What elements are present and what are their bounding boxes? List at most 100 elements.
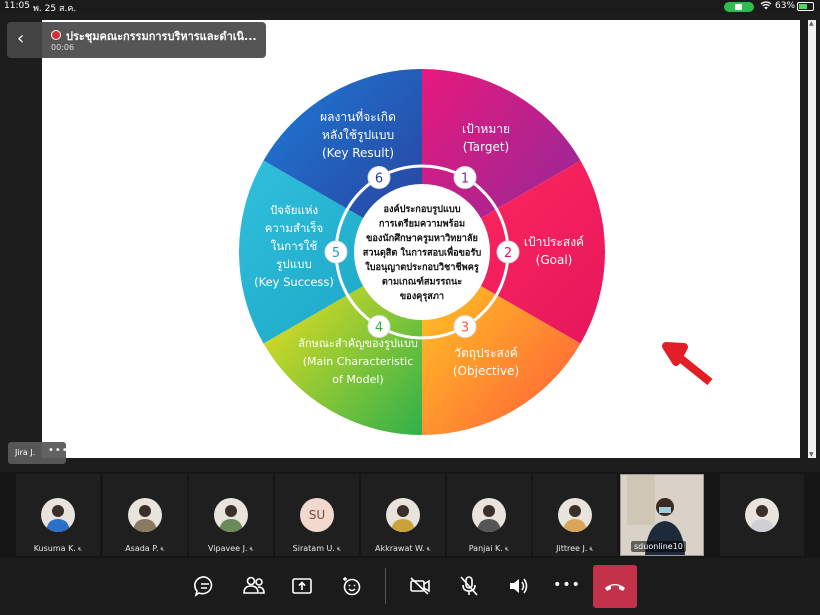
recording-icon bbox=[51, 30, 61, 40]
participant-tile[interactable]: Akkrawat W. 🔇︎ bbox=[361, 474, 445, 556]
segment-label: รูปแบบ bbox=[276, 257, 312, 271]
chat-button[interactable] bbox=[191, 572, 219, 600]
wifi-icon bbox=[760, 0, 772, 14]
speaker-icon bbox=[510, 578, 528, 594]
mic-muted-icon: 🔇︎ bbox=[160, 545, 165, 553]
center-text-line: สวนดุสิต ในการสอบเพื่อขอรับ bbox=[363, 246, 482, 259]
participant-tile[interactable]: Jittree J. 🔇︎ bbox=[533, 474, 617, 556]
segment-label: (Objective) bbox=[453, 364, 519, 378]
speaker-button[interactable] bbox=[504, 572, 532, 600]
participant-name: Jittree J. bbox=[556, 544, 588, 553]
status-date: พ. 25 ส.ค. bbox=[33, 4, 77, 14]
status-time: 11:05 bbox=[4, 1, 30, 11]
segment-label: (Goal) bbox=[536, 253, 573, 267]
participant-name: Akkrawat W. bbox=[374, 544, 425, 553]
segment-label: ความสำเร็จ bbox=[265, 220, 324, 235]
shared-slide: องค์ประกอบรูปแบบ การเตรียมความพร้อม ของนัก… bbox=[42, 20, 800, 458]
people-icon bbox=[243, 576, 265, 594]
people-button[interactable] bbox=[240, 572, 268, 600]
segment-label: ในการใช้ bbox=[271, 239, 318, 253]
mic-off-icon bbox=[460, 576, 478, 596]
participant-name: Siratam U. bbox=[292, 544, 335, 553]
segment-label: (Main Characteristic bbox=[303, 355, 414, 368]
segment-number: 1 bbox=[461, 172, 469, 187]
avatar bbox=[745, 498, 779, 532]
avatar bbox=[214, 498, 248, 532]
presenter-name: Jira J. bbox=[15, 448, 36, 457]
toolbar-divider bbox=[385, 568, 386, 604]
avatar bbox=[386, 498, 420, 532]
meeting-duration: 00:06 bbox=[51, 43, 75, 52]
model-wheel-diagram: องค์ประกอบรูปแบบการเตรียมความพร้อมของนัก… bbox=[238, 69, 713, 435]
participant-label: Vipavee J. 🔇︎ bbox=[189, 544, 273, 554]
scroll-down-icon[interactable]: ▼ bbox=[809, 451, 814, 458]
segment-label: วัตถุประสงค์ bbox=[454, 346, 518, 361]
participant-name: Panjai K. bbox=[468, 544, 503, 553]
mic-muted-icon: 🔇︎ bbox=[336, 545, 342, 553]
segment-label: เป้าหมาย bbox=[462, 122, 510, 136]
camera-toggle-button[interactable] bbox=[406, 572, 434, 600]
camera-off-icon bbox=[410, 577, 430, 595]
hang-up-icon bbox=[605, 584, 625, 591]
share-screen-button[interactable] bbox=[288, 572, 316, 600]
chat-icon bbox=[194, 576, 213, 597]
participant-name: Asada P. bbox=[125, 544, 159, 553]
center-text-line: ตามเกณฑ์สมรรถนะ bbox=[382, 276, 462, 288]
mic-muted-icon: 🔇︎ bbox=[249, 545, 254, 553]
status-bar: 11:05 พ. 25 ส.ค. 63% bbox=[0, 0, 820, 14]
segment-label: (Key Result) bbox=[322, 146, 394, 160]
battery-icon bbox=[797, 2, 814, 11]
center-text-line: ใบอนุญาตประกอบวิชาชีพครู bbox=[365, 261, 479, 273]
avatar bbox=[472, 498, 506, 532]
segment-label: เป้าประสงค์ bbox=[524, 235, 584, 249]
more-button[interactable]: ••• bbox=[553, 572, 581, 600]
participant-label: Asada P. 🔇︎ bbox=[103, 544, 187, 554]
segment-number: 6 bbox=[375, 172, 383, 187]
participant-tile[interactable]: Kusuma K. 🔇︎ bbox=[16, 474, 100, 556]
teams-meeting-window: 11:05 พ. 25 ส.ค. 63% องค์ประกอบรูปแบบการ… bbox=[0, 0, 820, 615]
hang-up-button[interactable] bbox=[593, 565, 637, 608]
mic-muted-icon: 🔇︎ bbox=[589, 545, 594, 553]
annotation-arrow bbox=[662, 342, 713, 386]
center-text-line: องค์ประกอบรูปแบบ bbox=[383, 203, 460, 215]
center-text-line: การเตรียมความพร้อม bbox=[379, 218, 465, 230]
participant-tile[interactable]: SU Siratam U. 🔇︎ bbox=[275, 474, 359, 556]
segment-label: ผลงานที่จะเกิด bbox=[320, 108, 396, 124]
presenter-tag[interactable]: Jira J. ••• bbox=[8, 442, 69, 464]
avatar-initials: SU bbox=[300, 498, 334, 532]
mic-muted-icon: 🔇︎ bbox=[77, 545, 83, 553]
segment-label: ลักษณะสำคัญของรูปแบบ bbox=[298, 337, 418, 350]
share-screen-icon bbox=[292, 578, 312, 594]
reactions-icon bbox=[343, 577, 361, 596]
reactions-button[interactable] bbox=[337, 572, 365, 600]
meeting-header: ‹ ประชุมคณะกรรมการบริหารและดำเนิ... 00:0… bbox=[7, 22, 266, 58]
participant-tile[interactable]: Panjai K. 🔇︎ bbox=[447, 474, 531, 556]
segment-label: หลังใช้รูปแบบ bbox=[322, 128, 394, 143]
meeting-title: ประชุมคณะกรรมการบริหารและดำเนิ... bbox=[66, 30, 257, 43]
mic-toggle-button[interactable] bbox=[455, 572, 483, 600]
participant-tile[interactable]: Asada P. 🔇︎ bbox=[103, 474, 187, 556]
segment-number: 4 bbox=[375, 320, 383, 335]
segment-number: 5 bbox=[332, 246, 340, 261]
slide-scrollbar[interactable]: ▲ ▼ bbox=[808, 20, 816, 458]
participant-name: Vipavee J. bbox=[208, 544, 248, 553]
segment-label: ปัจจัยแห่ง bbox=[270, 203, 318, 217]
participant-label: Kusuma K. 🔇︎ bbox=[16, 544, 100, 554]
participant-label: Akkrawat W. 🔇︎ bbox=[361, 544, 445, 554]
battery-percent: 63% bbox=[775, 1, 796, 11]
segment-label: of Model) bbox=[332, 373, 383, 386]
presenter-more-icon[interactable]: ••• bbox=[48, 445, 69, 456]
segment-number: 3 bbox=[461, 320, 469, 335]
participants-strip: Kusuma K. 🔇︎ Asada P. 🔇︎ Vipavee J. 🔇︎ SU Si… bbox=[0, 472, 820, 558]
participant-name: Kusuma K. bbox=[33, 544, 76, 553]
participant-name: sduonline10 bbox=[631, 541, 686, 552]
participant-tile[interactable]: Vipavee J. 🔇︎ bbox=[189, 474, 273, 556]
back-chevron-icon[interactable]: ‹ bbox=[17, 29, 24, 49]
segment-label: (Key Success) bbox=[254, 275, 334, 289]
scroll-up-icon[interactable]: ▲ bbox=[809, 20, 814, 27]
participant-tile[interactable]: sduonline10 bbox=[620, 474, 704, 556]
mic-muted-icon: 🔇︎ bbox=[426, 545, 431, 553]
participant-tile[interactable] bbox=[720, 474, 804, 556]
segment-number: 2 bbox=[504, 246, 512, 261]
avatar bbox=[558, 498, 592, 532]
